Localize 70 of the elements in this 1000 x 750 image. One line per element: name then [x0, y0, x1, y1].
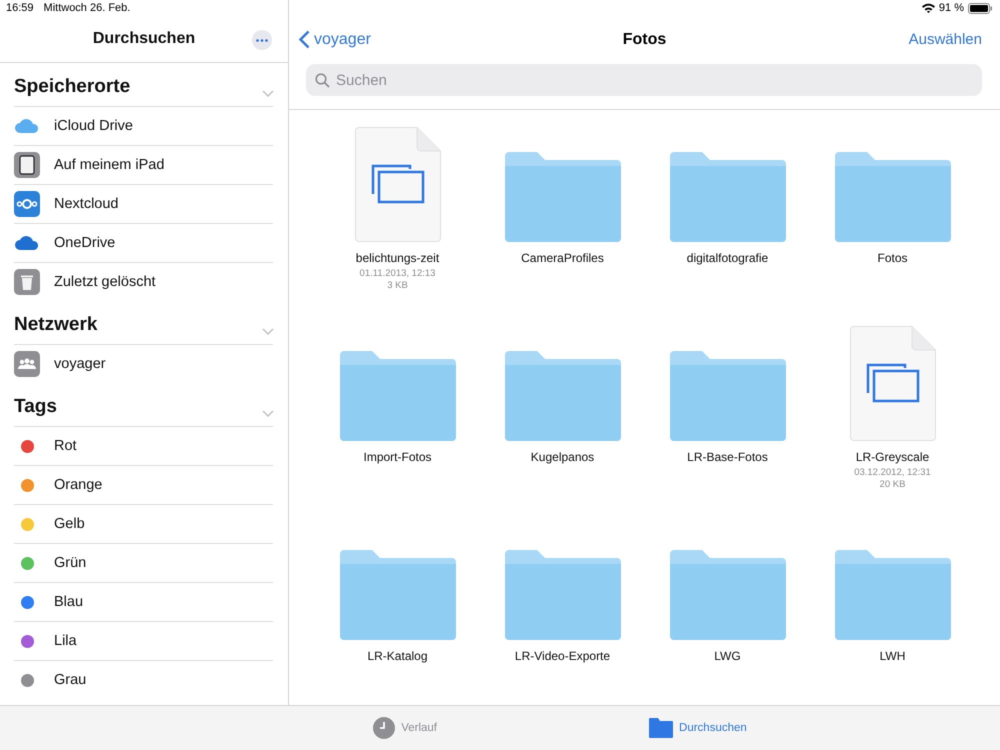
file-name: LR-Video-Exporte	[514, 649, 610, 663]
battery-percent: 91 %	[938, 2, 964, 14]
sidebar-item[interactable]: Rot	[14, 426, 273, 465]
wifi-icon	[922, 3, 935, 13]
file-name: Import-Fotos	[363, 450, 432, 464]
file-name: LR-Base-Fotos	[687, 450, 768, 464]
folder-icon	[649, 718, 674, 738]
more-button[interactable]	[252, 30, 272, 50]
sidebar-item[interactable]: Auf meinem iPad	[14, 145, 273, 184]
sidebar-item[interactable]: iCloud Drive	[14, 106, 273, 145]
sidebar-item[interactable]: voyager	[14, 344, 273, 383]
chevron-icon[interactable]	[262, 410, 274, 418]
folder-icon[interactable]	[670, 152, 786, 242]
file-name: LR-Katalog	[367, 649, 428, 663]
file-name: LR-Greyscale	[856, 450, 930, 464]
file-name: LWH	[880, 649, 906, 663]
sidebar-item[interactable]: Gelb	[14, 504, 273, 543]
status-date: Mittwoch 26. Feb.	[44, 2, 130, 14]
folder-icon[interactable]	[834, 550, 950, 640]
sidebar-item[interactable]: Orange	[14, 465, 273, 504]
tab-bar-item[interactable]: Durchsuchen	[643, 706, 753, 750]
file-name: CameraProfiles	[521, 251, 604, 265]
battery-icon	[968, 2, 992, 14]
sidebar-item[interactable]: Blau	[14, 582, 273, 621]
status-time: 16:59	[6, 2, 34, 14]
file-date: 01.11.2013, 12:13	[360, 268, 436, 279]
sidebar-item[interactable]: Grün	[14, 543, 273, 582]
document-icon[interactable]	[850, 326, 936, 441]
back-link[interactable]: voyager	[299, 30, 371, 49]
sidebar-title: Durchsuchen	[92, 30, 196, 48]
section-title: Speicherorte	[14, 76, 130, 98]
chevron-icon[interactable]	[262, 90, 274, 98]
sidebar-item[interactable]: Zuletzt gelöscht	[14, 262, 273, 301]
sidebar-item[interactable]: Nextcloud	[14, 184, 273, 223]
tablet-icon	[14, 152, 40, 178]
select-link[interactable]: Auswählen	[908, 31, 982, 48]
folder-icon[interactable]	[504, 351, 620, 441]
folder-icon[interactable]	[834, 152, 950, 242]
document-icon[interactable]	[354, 127, 440, 242]
file-date: 03.12.2012, 12:31	[854, 467, 931, 478]
file-name: Kugelpanos	[530, 450, 594, 464]
file-size: 20 KB	[880, 479, 906, 490]
section-title: Netzwerk	[14, 314, 98, 336]
cloud-icon	[15, 119, 39, 133]
folder-icon[interactable]	[670, 550, 786, 640]
file-name: digitalfotografie	[686, 251, 768, 265]
page-title: Fotos	[622, 30, 666, 48]
file-name: Fotos	[877, 251, 908, 265]
group-icon	[14, 351, 40, 377]
ellipsis-icon	[256, 38, 268, 42]
rings-icon	[14, 191, 40, 217]
folder-icon[interactable]	[340, 550, 456, 640]
cloud-icon	[15, 236, 39, 250]
section-title: Tags	[14, 396, 57, 418]
sidebar-item[interactable]: Grau	[14, 660, 273, 699]
file-name: belichtungs-zeit	[356, 251, 440, 265]
file-size: 3 KB	[387, 280, 408, 291]
chevron-icon[interactable]	[262, 328, 274, 336]
search-icon	[315, 73, 330, 88]
search-field[interactable]: Suchen	[306, 64, 982, 96]
trash-icon	[14, 269, 40, 295]
folder-icon[interactable]	[340, 351, 456, 441]
clock-icon	[373, 717, 396, 739]
file-name: LWG	[714, 649, 741, 663]
sidebar-item[interactable]: Lila	[14, 621, 273, 660]
folder-icon[interactable]	[670, 351, 786, 441]
sidebar-item[interactable]: OneDrive	[14, 223, 273, 262]
folder-icon[interactable]	[504, 550, 620, 640]
back-chevron-icon	[299, 30, 310, 49]
folder-icon[interactable]	[504, 152, 620, 242]
